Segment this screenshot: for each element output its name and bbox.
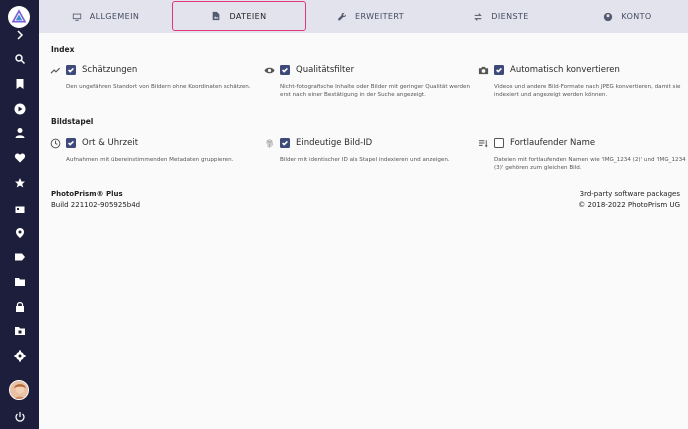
section-title-index: Index — [51, 45, 75, 54]
power-logout-icon[interactable] — [0, 408, 39, 426]
calendar-icon[interactable] — [0, 199, 39, 217]
label-tag-icon[interactable] — [0, 248, 39, 266]
unique-id-label: Eindeutige Bild-ID — [296, 138, 373, 148]
credits-info: 3rd-party software packages © 2018-2022 … — [578, 189, 680, 211]
settings-tab-bar: ALLGEMEIN DATEIEN ERWEITERT DIENSTE KONT… — [39, 0, 688, 33]
lock-icon[interactable] — [0, 298, 39, 316]
estimates-label: Schätzungen — [82, 65, 138, 75]
play-icon[interactable] — [0, 100, 39, 118]
seq-name-label: Fortlaufender Name — [510, 138, 596, 148]
auto-convert-checkbox[interactable] — [494, 65, 504, 75]
sidebar — [0, 0, 39, 429]
estimates-checkbox[interactable] — [66, 65, 76, 75]
star-icon[interactable] — [0, 174, 39, 192]
search-icon[interactable] — [0, 50, 39, 68]
estimates-description: Den ungefähren Standort von Bildern ohne… — [66, 84, 251, 90]
trending-up-icon — [48, 63, 62, 77]
settings-gear-icon[interactable] — [0, 347, 39, 365]
person-icon[interactable] — [0, 124, 39, 142]
folder-image-icon — [213, 11, 220, 21]
tab-konto[interactable]: KONTO — [567, 0, 688, 33]
unique-id-checkbox[interactable] — [280, 138, 290, 148]
option-seq-name: Fortlaufender Name Dateien mit fortlaufe… — [476, 136, 688, 172]
tab-erweitert[interactable]: ERWEITERT — [306, 0, 435, 33]
swap-icon — [474, 12, 483, 21]
library-folder-icon[interactable] — [0, 322, 39, 340]
clock-icon — [48, 136, 62, 150]
place-time-checkbox[interactable] — [66, 138, 76, 148]
unique-id-description: Bilder mit identischer ID als Stapel ind… — [280, 157, 450, 163]
eye-icon — [262, 63, 276, 77]
build-version: Build 221102-905925b4d — [51, 201, 141, 209]
quality-filter-label: Qualitätsfilter — [296, 65, 355, 75]
fingerprint-icon — [262, 136, 276, 150]
copyright: © 2018-2022 PhotoPrism UG — [578, 201, 680, 209]
account-icon — [604, 12, 613, 21]
tab-dateien[interactable]: DATEIEN — [172, 1, 306, 31]
avatar[interactable] — [9, 380, 29, 400]
option-place-time: Ort & Uhrzeit Aufnahmen mit übereinstimm… — [48, 136, 266, 164]
place-time-label: Ort & Uhrzeit — [82, 138, 139, 148]
photoprism-logo[interactable] — [8, 6, 30, 28]
auto-convert-description: Videos und andere Bild-Formate nach JPEG… — [494, 84, 681, 98]
seq-name-checkbox[interactable] — [494, 138, 504, 148]
expand-chevron-icon[interactable] — [0, 26, 39, 44]
option-estimates: Schätzungen Den ungefähren Standort von … — [48, 63, 266, 91]
quality-filter-checkbox[interactable] — [280, 65, 290, 75]
wrench-icon — [338, 12, 346, 20]
numbered-list-icon — [476, 136, 490, 150]
option-quality: Qualitätsfilter Nicht-fotografische Inha… — [262, 63, 480, 99]
option-convert: Automatisch konvertieren Videos und ande… — [476, 63, 688, 99]
heart-icon[interactable] — [0, 149, 39, 167]
third-party-packages-link[interactable]: 3rd-party software packages — [578, 189, 680, 200]
section-title-bildstapel: Bildstapel — [51, 117, 94, 126]
product-name: PhotoPrism® Plus — [51, 190, 123, 198]
product-info: PhotoPrism® Plus Build 221102-905925b4d — [51, 189, 140, 211]
location-pin-icon[interactable] — [0, 224, 39, 242]
option-unique-id: Eindeutige Bild-ID Bilder mit identische… — [262, 136, 480, 164]
place-time-description: Aufnahmen mit übereinstimmenden Metadate… — [66, 157, 234, 163]
tab-allgemein[interactable]: ALLGEMEIN — [39, 0, 172, 33]
auto-convert-label: Automatisch konvertieren — [510, 65, 620, 75]
quality-filter-description: Nicht-fotografische Inhalte oder Bilder … — [280, 84, 471, 98]
bookmark-icon[interactable] — [0, 75, 39, 93]
monitor-icon — [72, 13, 81, 21]
camera-icon — [476, 63, 490, 77]
tab-dienste[interactable]: DIENSTE — [435, 0, 567, 33]
folder-icon[interactable] — [0, 273, 39, 291]
seq-name-description: Dateien mit fortlaufenden Namen wie 'IMG… — [494, 157, 686, 171]
